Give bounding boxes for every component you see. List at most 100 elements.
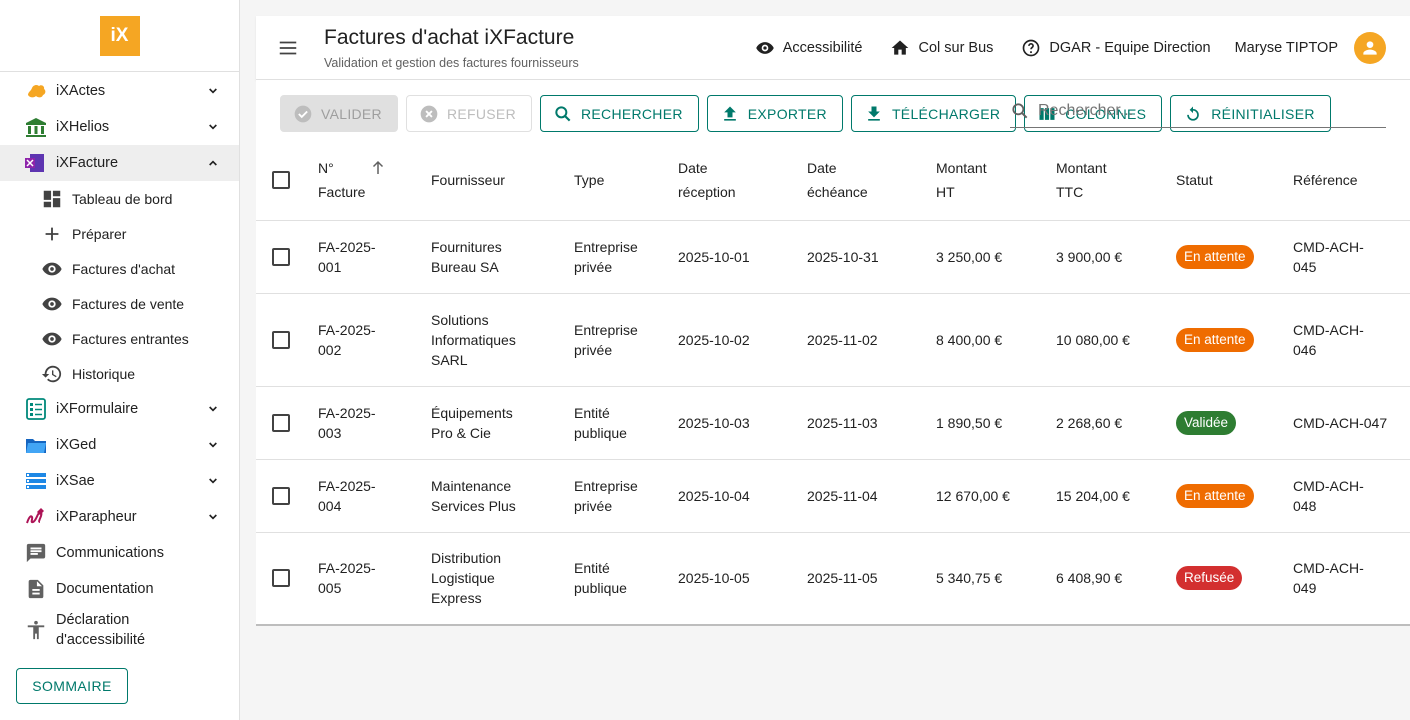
cell-date-echeance: 2025-10-31: [807, 220, 936, 294]
table-row[interactable]: FA-2025- 004 Maintenance Services Plus Entre…: [256, 459, 1410, 533]
sidebar-item-ixformulaire[interactable]: iXFormulaire: [0, 391, 239, 427]
cell-text: Services Plus: [431, 497, 516, 514]
column-header-date-echeance[interactable]: Date échéance: [807, 140, 936, 221]
sidebar-subitem-tableau-de-bord[interactable]: Tableau de bord: [0, 181, 239, 216]
sidebar-item-declaration-accessibilite[interactable]: Déclaration d'accessibilité: [0, 607, 239, 653]
cell-type: Entreprise privée: [574, 293, 678, 387]
sidebar-subitem-factures-achat[interactable]: Factures d'achat: [0, 251, 239, 286]
column-header-numero[interactable]: N° Facture: [318, 140, 431, 221]
table-row[interactable]: FA-2025- 001 Fournitures Bureau SA Entrepris…: [256, 220, 1410, 294]
cell-text: FA-2025-: [318, 404, 376, 421]
select-all-checkbox[interactable]: [272, 170, 290, 189]
telecharger-button[interactable]: TÉLÉCHARGER: [850, 95, 1017, 132]
row-checkbox[interactable]: [272, 247, 290, 266]
page-title: Factures d'achat iXFacture: [324, 25, 575, 49]
ixfacture-icon: [24, 151, 48, 175]
row-checkbox[interactable]: [272, 330, 290, 349]
sidebar-item-label: iXParapheur: [56, 509, 137, 525]
column-header-type[interactable]: Type: [574, 140, 678, 221]
row-checkbox[interactable]: [272, 569, 290, 588]
refuser-label: REFUSER: [446, 105, 516, 122]
sort-ascending-icon[interactable]: [369, 159, 387, 177]
table-row[interactable]: FA-2025- 005 Distribution Logistique Express…: [256, 532, 1410, 626]
cell-type: Entité publique: [574, 532, 678, 626]
sidebar-item-documentation[interactable]: Documentation: [0, 571, 239, 607]
cell-text: CMD-ACH-: [1293, 238, 1364, 255]
accessibility-link[interactable]: Accessibilité: [755, 38, 862, 58]
plus-icon: [40, 222, 64, 246]
check-circle-icon: [294, 105, 312, 122]
sidebar-item-ixhelios[interactable]: iXHelios: [0, 109, 239, 145]
cell-text: 002: [318, 341, 342, 358]
chat-icon: [24, 541, 48, 565]
cell-reference: CMD-ACH- 049: [1293, 532, 1410, 626]
cell-text: Fournitures: [431, 238, 502, 255]
dashboard-icon: [40, 187, 64, 211]
ixparapheur-icon: [24, 505, 48, 529]
sidebar-subitem-label: Factures d'achat: [72, 260, 176, 277]
sidebar-subitem-factures-vente[interactable]: Factures de vente: [0, 286, 239, 321]
upload-icon: [723, 106, 736, 121]
cancel-circle-icon: [420, 105, 438, 122]
column-header-montant-ht[interactable]: Montant HT: [936, 140, 1056, 221]
eye-icon: [40, 257, 64, 281]
app-header: Factures d'achat iXFacture Validation et…: [256, 16, 1410, 80]
page-subtitle: Validation et gestion des factures fourn…: [324, 55, 579, 70]
sidebar-item-ixsae[interactable]: iXSae: [0, 463, 239, 499]
menu-icon[interactable]: [276, 36, 300, 60]
home-link[interactable]: Col sur Bus: [890, 38, 993, 58]
cell-text: FA-2025-: [318, 560, 376, 577]
exporter-label: EXPORTER: [747, 105, 827, 122]
cell-type: Entité publique: [574, 386, 678, 460]
rechercher-button[interactable]: RECHERCHER: [539, 95, 699, 132]
chevron-down-icon: [209, 442, 217, 448]
cell-text: FA-2025-: [318, 238, 376, 255]
sidebar-item-ixged[interactable]: iXGed: [0, 427, 239, 463]
sidebar-item-ixactes[interactable]: iXActes: [0, 73, 239, 109]
sidebar-item-communications[interactable]: Communications: [0, 535, 239, 571]
eye-icon: [755, 41, 774, 54]
sidebar-item-ixfacture[interactable]: iXFacture: [0, 145, 239, 181]
sidebar-subitem-preparer[interactable]: Préparer: [0, 216, 239, 251]
user-name: Maryse TIPTOP: [1234, 39, 1338, 56]
cell-text: 004: [318, 497, 342, 514]
home-icon: [892, 40, 909, 55]
exporter-button[interactable]: EXPORTER: [706, 95, 843, 132]
valider-button[interactable]: VALIDER: [280, 95, 398, 132]
cell-montant-ht: 1 890,50 €: [936, 386, 1056, 460]
help-link[interactable]: DGAR - Equipe Direction: [1021, 38, 1211, 58]
search-icon: [555, 105, 571, 121]
sidebar-subitem-factures-entrantes[interactable]: Factures entrantes: [0, 321, 239, 356]
app-logo[interactable]: iX: [99, 15, 140, 56]
column-header-date-reception[interactable]: Date réception: [678, 140, 807, 221]
cell-text: Équipements: [431, 404, 513, 421]
cell-montant-ht: 12 670,00 €: [936, 459, 1056, 533]
sommaire-button[interactable]: SOMMAIRE: [16, 668, 128, 704]
header-text: TTC: [1056, 183, 1084, 200]
column-header-reference[interactable]: Référence: [1293, 140, 1410, 221]
row-checkbox[interactable]: [272, 413, 290, 432]
refuser-button[interactable]: REFUSER: [405, 95, 532, 132]
invoices-table: N° Facture Fournisseur Type Date réception…: [256, 140, 1410, 626]
header-text: Montant: [936, 159, 987, 176]
cell-statut: Validée: [1176, 386, 1293, 460]
header-text: Facture: [318, 183, 366, 200]
cell-date-reception: 2025-10-03: [678, 386, 807, 460]
cell-fournisseur: Équipements Pro & Cie: [431, 386, 574, 460]
cell-numero: FA-2025- 001: [318, 220, 431, 294]
cell-text: CMD-ACH-: [1293, 477, 1364, 494]
content-panel: VALIDER REFUSER RECHERCHER EXPORTER TÉLÉ…: [256, 80, 1410, 626]
cell-text: 049: [1293, 580, 1317, 597]
search-input[interactable]: [1038, 102, 1358, 120]
column-header-montant-ttc[interactable]: Montant TTC: [1056, 140, 1176, 221]
column-header-fournisseur[interactable]: Fournisseur: [431, 140, 574, 221]
sidebar-item-label: iXActes: [56, 83, 106, 99]
table-row[interactable]: FA-2025- 002 Solutions Informatiques SARL Ent…: [256, 293, 1410, 387]
status-badge: En attente: [1176, 483, 1254, 508]
row-checkbox[interactable]: [272, 486, 290, 505]
column-header-statut[interactable]: Statut: [1176, 140, 1293, 221]
table-row[interactable]: FA-2025- 003 Équipements Pro & Cie Entité pub…: [256, 386, 1410, 460]
sidebar-item-ixparapheur[interactable]: iXParapheur: [0, 499, 239, 535]
avatar[interactable]: [1354, 31, 1386, 64]
sidebar-subitem-historique[interactable]: Historique: [0, 356, 239, 391]
